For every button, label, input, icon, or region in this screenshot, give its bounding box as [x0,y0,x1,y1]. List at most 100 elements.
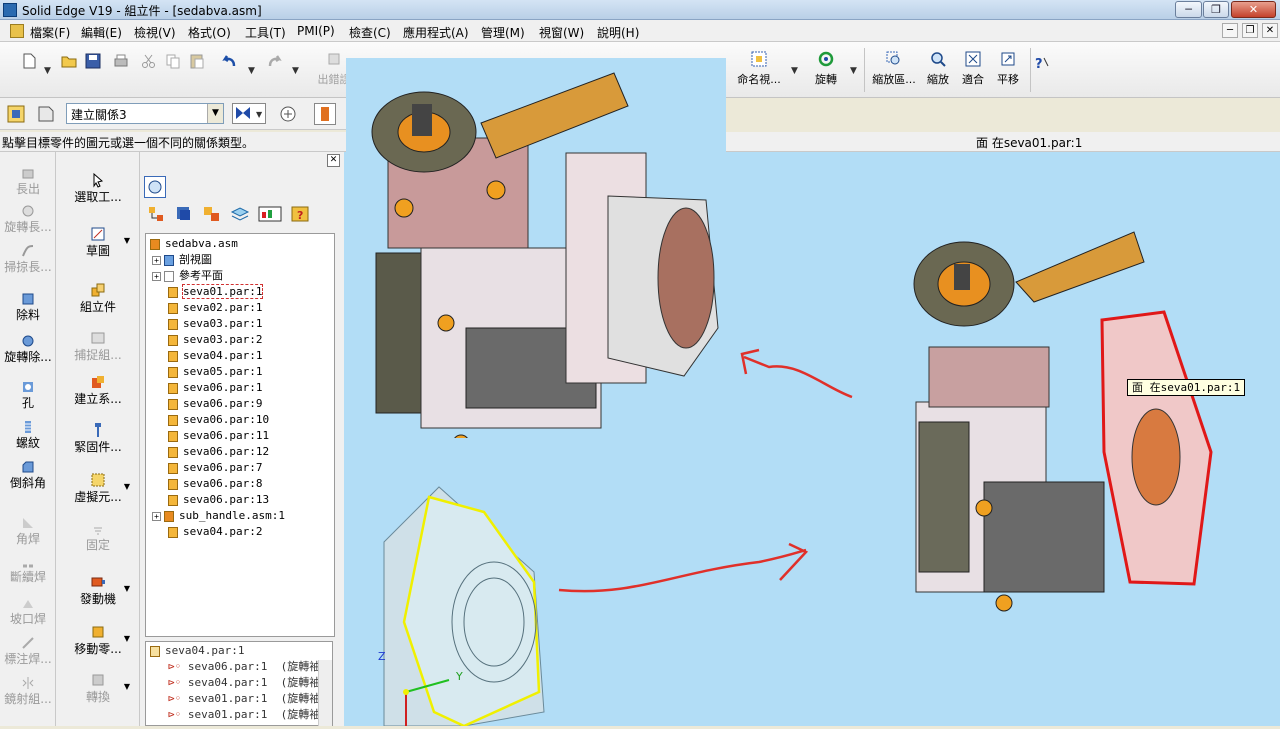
thread-button[interactable]: 螺紋 [0,420,56,451]
fastener-button[interactable]: 緊固件... [56,422,140,455]
menu-tools[interactable]: 工具(T) [245,24,286,41]
exploded-assembly-view[interactable] [346,58,726,452]
menu-file[interactable]: 檔案(F) [30,24,70,41]
chevron-down-icon[interactable]: ▼ [124,584,130,593]
save-icon[interactable] [84,52,102,70]
tree-root[interactable]: sedabva.asm [150,236,238,252]
part-select-icon[interactable] [36,104,56,124]
mdi-close-button[interactable]: ✕ [1262,23,1278,38]
chamfer-button[interactable]: 倒斜角 [0,460,56,491]
mdi-minimize-button[interactable]: ─ [1222,23,1238,38]
relationship-row[interactable]: ⊳◦ seva01.par:1 (旋轉袖 [168,707,320,723]
menu-inspect[interactable]: 檢查(C) [349,24,391,41]
expand-icon[interactable]: + [152,511,161,521]
tree-item[interactable]: seva06.par:11 [168,428,269,444]
tree-item[interactable]: seva02.par:1 [168,300,262,316]
tree-item[interactable]: + 剖視圖 [152,252,212,268]
relationship-row[interactable]: ⊳◦ seva01.par:1 (旋轉袖 [168,691,320,707]
relationships-header[interactable]: seva04.par:1 [150,643,244,659]
help-icon[interactable]: ? [1034,54,1052,72]
fillet-weld-button[interactable]: 角焊 [0,516,56,547]
virtual-component-button[interactable]: 虛擬元... ▼ [56,472,140,505]
new-icon[interactable] [20,52,38,70]
menu-help[interactable]: 說明(H) [597,24,639,41]
tree-item[interactable]: seva06.par:10 [168,412,269,428]
selected-face-seva01[interactable] [1100,310,1213,586]
rotate-button[interactable]: 旋轉 [804,48,848,92]
parts-library-tab-icon[interactable] [202,204,222,224]
tree-item[interactable]: seva04.par:1 [168,348,262,364]
expand-icon[interactable]: + [152,271,161,281]
chevron-down-icon[interactable]: ▼ [124,236,130,245]
ground-button[interactable]: 固定 [56,520,140,553]
tree-item[interactable]: seva06.par:13 [168,492,269,508]
chevron-down-icon[interactable]: ▼ [207,104,223,123]
cutout-button[interactable]: 除料 [0,292,56,323]
pathfinder-tab-icon[interactable] [144,176,166,198]
expand-icon[interactable]: + [152,255,161,265]
undo-dropdown-icon[interactable]: ▼ [248,66,255,76]
sensors-tab-icon[interactable] [258,204,282,224]
tree-item[interactable]: seva06.par:1 [168,380,262,396]
intermittent-weld-button[interactable]: 斷續焊 [0,554,56,585]
named-views-button[interactable]: 命名視... [736,48,782,92]
undo-icon[interactable] [220,52,238,70]
chevron-down-icon[interactable]: ▼ [124,634,130,643]
tree-item[interactable]: seva06.par:9 [168,396,262,412]
fit-button[interactable]: 適合 [953,48,993,92]
groove-weld-button[interactable]: 坡口焊 [0,596,56,627]
layers-tab-icon[interactable] [174,204,194,224]
redo-icon[interactable] [266,52,284,70]
hole-button[interactable]: 孔 [0,380,56,411]
relationship-assistant-icon[interactable] [6,104,26,124]
close-button[interactable]: ✕ [1231,1,1276,18]
tree-item[interactable]: seva05.par:1 [168,364,262,380]
tree-item[interactable]: seva01.par:1 [168,284,264,300]
tree-item[interactable]: seva04.par:2 [168,524,262,540]
revolved-protrusion-button[interactable]: 旋轉長... [0,204,56,235]
tree-item[interactable]: + sub_handle.asm:1 [152,508,285,524]
new-dropdown-icon[interactable]: ▼ [44,66,51,76]
menu-applications[interactable]: 應用程式(A) [403,24,469,41]
redo-dropdown-icon[interactable]: ▼ [292,66,299,76]
tree-item[interactable]: + 參考平面 [152,268,223,284]
relationship-type-select[interactable]: 建立關係3 ▼ [66,103,224,124]
document-icon[interactable] [10,24,24,38]
transform-button[interactable]: 轉換 ▼ [56,672,140,705]
revolved-cutout-button[interactable]: 旋轉除... [0,334,56,365]
menu-format[interactable]: 格式(O) [188,24,231,41]
zoom-button[interactable]: 縮放 [918,48,958,92]
menu-pmi[interactable]: PMI(P) [297,24,335,38]
tree-item[interactable]: seva06.par:8 [168,476,262,492]
layers-icon[interactable] [230,204,250,224]
tree-item[interactable]: seva06.par:12 [168,444,269,460]
offset-icon[interactable] [314,103,336,125]
capture-assembly-button[interactable]: 捕捉組... [56,330,140,363]
sketch-button[interactable]: 草圖 ▼ [56,226,140,259]
close-icon[interactable]: ✕ [327,154,340,167]
select-tool-button[interactable]: 選取工... [56,172,140,205]
zoom-area-button[interactable]: 縮放區... [870,48,918,92]
options-icon[interactable] [278,104,298,124]
tree-item[interactable]: seva03.par:2 [168,332,262,348]
print-icon[interactable] [112,52,130,70]
relationship-row[interactable]: ⊳◦ seva06.par:1 (旋轉袖 [168,659,320,675]
weld-label-button[interactable]: 標注焊... [0,636,56,667]
protrusion-button[interactable]: 長出 [0,166,56,197]
create-system-button[interactable]: 建立系... [56,374,140,407]
flip-icon[interactable]: ▼ [232,103,266,124]
open-icon[interactable] [60,52,78,70]
rotate-dropdown-icon[interactable]: ▼ [850,66,857,76]
chevron-down-icon[interactable]: ▼ [124,682,130,691]
tree-item[interactable]: seva03.par:1 [168,316,262,332]
swept-protrusion-button[interactable]: 掃掠長... [0,244,56,275]
menu-view[interactable]: 檢視(V) [134,24,176,41]
assembly-button[interactable]: 組立件 [56,282,140,315]
mdi-restore-button[interactable]: ❐ [1242,23,1258,38]
move-part-button[interactable]: 移動零... ▼ [56,624,140,657]
scrollbar[interactable] [318,660,332,726]
copy-icon[interactable] [164,52,182,70]
menu-window[interactable]: 視窗(W) [539,24,584,41]
tree-item[interactable]: seva06.par:7 [168,460,262,476]
cut-icon[interactable] [140,52,158,70]
